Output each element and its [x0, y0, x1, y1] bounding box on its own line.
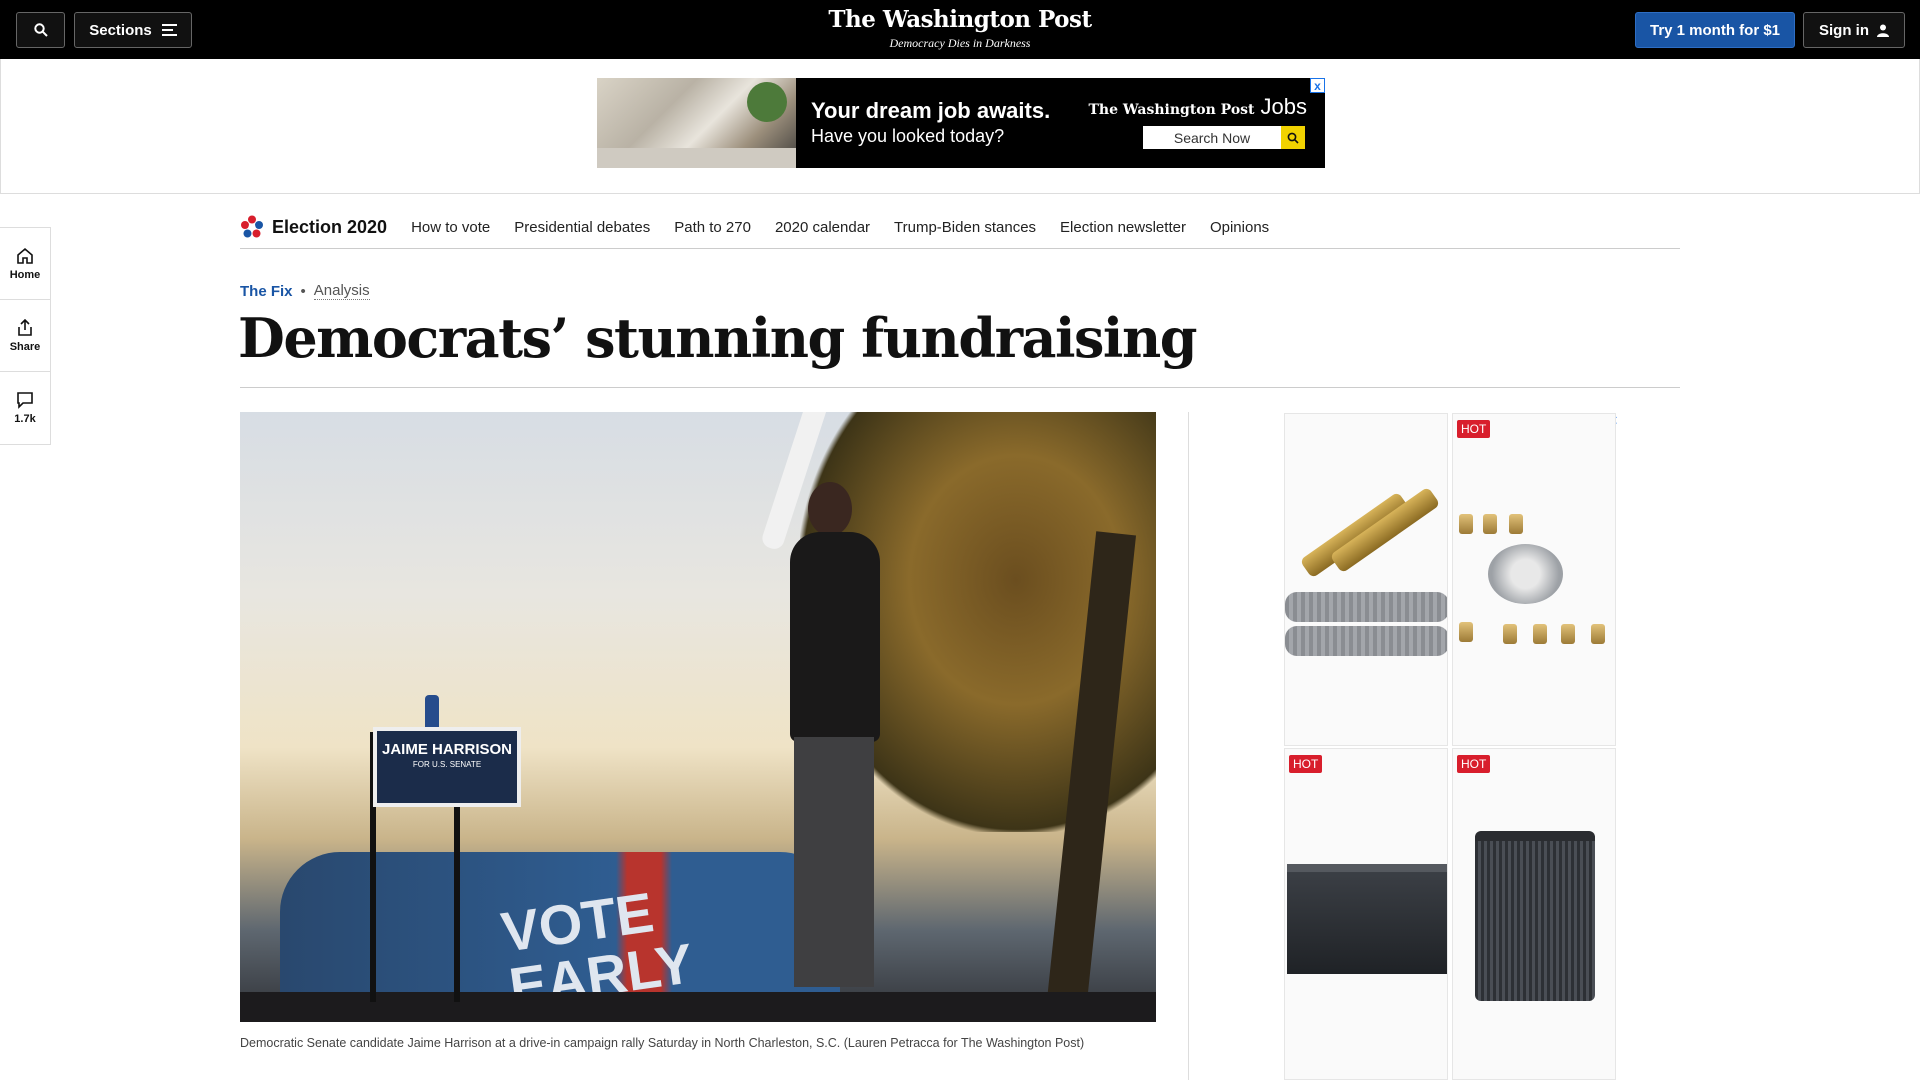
election-brand[interactable]: Election 2020: [240, 215, 387, 239]
nav-link-presidential-debates[interactable]: Presidential debates: [514, 219, 650, 236]
rail-home-label: Home: [9, 268, 41, 281]
ad-subline: Have you looked today?: [811, 126, 1005, 146]
steel-sleeve-image: [1285, 626, 1447, 656]
nav-link-opinions[interactable]: Opinions: [1210, 219, 1269, 236]
ad-brand: The Washington Post Jobs: [1089, 94, 1307, 120]
rail-share-button[interactable]: Share: [0, 300, 50, 372]
sections-label: Sections: [89, 21, 152, 39]
jobs-banner-ad[interactable]: Your dream job awaits. Have you looked t…: [597, 78, 1325, 168]
top-navigation-bar: Sections The Washington Post Democracy D…: [0, 0, 1920, 59]
photo-speaker-pants: [794, 737, 874, 987]
section-link[interactable]: The Fix: [240, 283, 293, 300]
brass-part: [1459, 622, 1473, 642]
side-product-ad[interactable]: ▷ ✕ HOT HOT HOT: [1284, 413, 1618, 1080]
rail-comments-button[interactable]: 1.7k: [0, 372, 50, 444]
election-nav-links: How to vote Presidential debates Path to…: [411, 219, 1269, 236]
ad-headline: Your dream job awaits.: [811, 98, 1051, 123]
ad-search-box[interactable]: Search Now: [1143, 126, 1305, 149]
ad-brand-name: The Washington Post: [1088, 102, 1255, 118]
sign-in-button[interactable]: Sign in: [1803, 12, 1905, 48]
search-icon: [1287, 132, 1299, 144]
photo-sign-line1: JAIME HARRISON: [381, 741, 512, 758]
user-icon: [1877, 24, 1889, 37]
ad-photo-plant: [747, 82, 787, 122]
brass-part: [1509, 514, 1523, 534]
nav-link-path-to-270[interactable]: Path to 270: [674, 219, 751, 236]
brass-part: [1459, 514, 1473, 534]
ad-copy: Your dream job awaits. Have you looked t…: [796, 78, 1050, 168]
hot-badge: HOT: [1457, 420, 1491, 438]
top-ad-region: Your dream job awaits. Have you looked t…: [0, 59, 1920, 194]
brass-part: [1483, 514, 1497, 534]
column-divider: [1188, 412, 1189, 1080]
subscribe-offer-button[interactable]: Try 1 month for $1: [1635, 12, 1795, 48]
election-subnav: Election 2020 How to vote Presidential d…: [240, 206, 1680, 249]
packaged-ac-unit-image: [1287, 864, 1447, 974]
ad-close-button[interactable]: x: [1310, 78, 1325, 93]
nav-link-trump-biden-stances[interactable]: Trump-Biden stances: [894, 219, 1036, 236]
search-button[interactable]: [16, 12, 65, 48]
ad-search-go-button[interactable]: [1281, 126, 1305, 149]
photo-water-bottle: [425, 695, 439, 729]
kicker-separator: •: [300, 282, 306, 300]
ad-product-tile-3[interactable]: HOT: [1284, 748, 1448, 1080]
brass-part: [1561, 624, 1575, 644]
nav-link-2020-calendar[interactable]: 2020 calendar: [775, 219, 870, 236]
brass-part: [1503, 624, 1517, 644]
photo-campaign-sign: JAIME HARRISON FOR U.S. SENATE: [373, 727, 521, 807]
photo-speaker-vest: [790, 532, 880, 742]
sections-button[interactable]: Sections: [74, 12, 192, 48]
left-action-rail: Home Share 1.7k: [0, 227, 51, 445]
condenser-unit-image: [1475, 831, 1595, 1001]
article-label[interactable]: Analysis: [313, 282, 370, 300]
site-logo[interactable]: The Washington Post: [760, 6, 1160, 33]
ad-search-label: Search Now: [1173, 129, 1251, 146]
election-brand-label: Election 2020: [272, 216, 388, 237]
article-headline: Democrats’ stunning fundraising: [238, 306, 1197, 370]
brass-part: [1533, 624, 1547, 644]
steel-sleeve-image: [1285, 592, 1447, 622]
hot-badge: HOT: [1289, 755, 1323, 773]
ad-photo-desk: [597, 148, 796, 168]
comment-icon: [17, 392, 33, 409]
hot-badge: HOT: [1457, 755, 1491, 773]
photo-caption: Democratic Senate candidate Jaime Harris…: [240, 1036, 1085, 1050]
rail-share-label: Share: [9, 340, 41, 353]
rail-comments-count: 1.7k: [14, 413, 36, 425]
search-icon: [33, 23, 48, 37]
ad-product-tile-1[interactable]: [1284, 413, 1448, 746]
photo-sign-line2: FOR U.S. SENATE: [412, 760, 482, 769]
menu-icon: [161, 24, 177, 36]
article-kicker: The Fix • Analysis: [240, 282, 370, 300]
lead-photo[interactable]: VOTE EARLY JAIME HARRISON FOR U.S. SENAT…: [240, 412, 1156, 1022]
brass-part: [1591, 624, 1605, 644]
ad-brand-suffix: Jobs: [1260, 94, 1307, 119]
photo-speaker-head: [808, 482, 852, 536]
sign-in-label: Sign in: [1819, 21, 1869, 39]
ad-product-tile-4[interactable]: HOT: [1452, 748, 1616, 1080]
election-star-icon: [241, 215, 263, 238]
masthead[interactable]: The Washington Post Democracy Dies in Da…: [760, 6, 1160, 51]
share-icon: [18, 318, 32, 336]
gas-valve-image: [1488, 544, 1563, 604]
ad-photo: [597, 78, 796, 168]
headline-divider: [240, 387, 1680, 388]
rail-home-button[interactable]: Home: [0, 228, 50, 300]
ad-product-tile-2[interactable]: HOT: [1452, 413, 1616, 746]
nav-link-election-newsletter[interactable]: Election newsletter: [1060, 219, 1186, 236]
home-icon: [17, 247, 33, 264]
photo-speaker: [759, 412, 900, 1002]
nav-link-how-to-vote[interactable]: How to vote: [411, 219, 490, 236]
site-tagline: Democracy Dies in Darkness: [889, 36, 1031, 50]
